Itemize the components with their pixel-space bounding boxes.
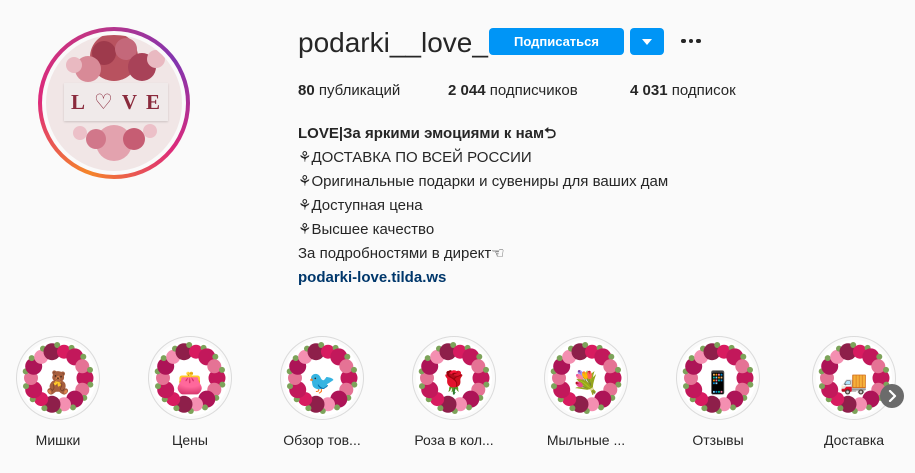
highlight-ring[interactable]: 🚚: [812, 336, 896, 420]
posts-count: 80 публикаций: [298, 82, 401, 99]
profile-bio: LOVE|За яркими эмоциями к нам⮌ ⚘ДОСТАВКА…: [298, 122, 778, 290]
highlight-item[interactable]: 🧸 Мишки: [8, 336, 108, 448]
bio-line: ⚘Оригинальные подарки и сувениры для ваш…: [298, 173, 669, 190]
highlight-cover: 📱: [680, 340, 756, 416]
highlight-label: Мишки: [35, 432, 81, 448]
username: podarki__love_: [298, 27, 488, 58]
highlight-cover: 🌹: [416, 340, 492, 416]
avatar-love-banner: L♡VE: [64, 83, 168, 121]
more-options-icon: [688, 38, 694, 44]
avatar: L♡VE: [46, 35, 182, 171]
highlight-item[interactable]: 👛 Цены: [140, 336, 240, 448]
bio-line: ⚘Доступная цена: [298, 197, 423, 214]
bouquet-icon: ⚘: [298, 149, 312, 166]
followers-link[interactable]: 2 044 подписчиков: [448, 82, 578, 99]
bouquet-icon: ⚘: [298, 197, 312, 214]
highlight-cover: 💐: [548, 340, 624, 416]
bouquet-icon: ⚘: [298, 173, 312, 190]
highlight-cover: 👛: [152, 340, 228, 416]
phone-review-icon: 📱: [704, 370, 732, 396]
bio-footer-line: За подробностями в директ☜: [298, 245, 505, 262]
caret-down-icon: [642, 38, 652, 45]
highlight-item[interactable]: 💐 Мыльные ...: [536, 336, 636, 448]
teddy-bear-icon: 🧸: [44, 370, 72, 396]
highlight-label: Цены: [172, 432, 208, 448]
highlight-label: Обзор тов...: [283, 432, 361, 448]
highlight-cover: 🧸: [20, 340, 96, 416]
highlight-ring[interactable]: 🐦: [280, 336, 364, 420]
bio-line: ⚘Высшее качество: [298, 221, 435, 238]
purse-icon: 👛: [176, 370, 204, 396]
highlight-cover: 🐦: [284, 340, 360, 416]
follow-button[interactable]: Подписаться: [489, 28, 624, 55]
highlight-ring[interactable]: 🧸: [16, 336, 100, 420]
more-options-button[interactable]: [676, 30, 706, 52]
highlight-label: Отзывы: [692, 432, 744, 448]
more-options-icon: [681, 38, 686, 44]
highlight-ring[interactable]: 📱: [676, 336, 760, 420]
bouquet-icon: ⚘: [298, 221, 312, 238]
profile-avatar-ring[interactable]: L♡VE: [38, 27, 190, 179]
bio-website-link[interactable]: podarki-love.tilda.ws: [298, 266, 778, 290]
pointing-hand-icon: ☜: [491, 245, 505, 262]
chevron-right-icon: [888, 390, 897, 402]
highlight-label: Мыльные ...: [546, 432, 626, 448]
highlight-ring[interactable]: 🌹: [412, 336, 496, 420]
more-options-icon: [696, 38, 701, 44]
return-arrow-icon: ⮌: [544, 125, 557, 142]
highlight-label: Доставка: [823, 432, 885, 448]
highlight-ring[interactable]: 👛: [148, 336, 232, 420]
rose-dome-icon: 🌹: [440, 370, 468, 396]
highlights-next-button[interactable]: [880, 384, 904, 408]
highlight-cover: 🚚: [816, 340, 892, 416]
truck-icon: 🚚: [840, 370, 868, 396]
bio-line: ⚘ДОСТАВКА ПО ВСЕЙ РОССИИ: [298, 149, 532, 166]
bio-name-line: LOVE|За яркими эмоциями к нам⮌: [298, 125, 557, 142]
highlight-item[interactable]: 🐦 Обзор тов...: [272, 336, 372, 448]
bird-icon: 🐦: [308, 370, 336, 396]
highlight-item[interactable]: 🌹 Роза в кол...: [404, 336, 504, 448]
suggested-accounts-dropdown-button[interactable]: [630, 28, 664, 55]
soap-flowers-icon: 💐: [572, 370, 600, 396]
highlight-label: Роза в кол...: [414, 432, 494, 448]
highlight-item[interactable]: 📱 Отзывы: [668, 336, 768, 448]
following-link[interactable]: 4 031 подписок: [630, 82, 736, 99]
avatar-frame: L♡VE: [42, 31, 186, 175]
highlight-ring[interactable]: 💐: [544, 336, 628, 420]
